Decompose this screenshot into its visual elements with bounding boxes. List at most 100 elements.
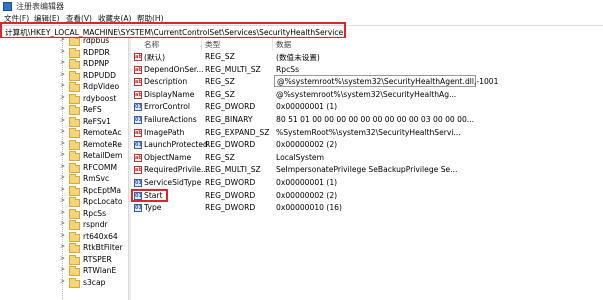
expand-arrow-icon[interactable]: > [60,163,65,170]
tree-item[interactable]: > ReFS [60,105,128,117]
tree-item[interactable]: > RpcSs [60,208,128,221]
folder-icon [69,266,80,276]
expand-arrow-icon[interactable]: > [60,128,65,135]
tree-item[interactable]: > rdpbus [60,38,128,48]
value-name[interactable]: Start [144,191,163,200]
binary-value-icon: 01 [134,103,142,112]
value-name[interactable]: ErrorControl [144,102,190,111]
expand-arrow-icon[interactable]: > [60,71,65,78]
expand-arrow-icon[interactable]: > [60,209,65,216]
tree-item[interactable]: > ReFSv1 [60,116,128,129]
column-header-type[interactable]: 类型 [205,39,220,50]
value-type: REG_MULTI_SZ [205,64,261,74]
tree-item[interactable]: > RTSPER [60,254,128,267]
value-row[interactable]: 01 LaunchProtected REG_DWORD 0x00000002 (2) [131,139,603,152]
column-header-name[interactable]: 名称 [144,39,159,50]
expand-arrow-icon[interactable]: > [60,255,65,262]
menu-file[interactable]: 文件(F) [4,13,29,24]
tree-item[interactable]: > RDPDR [60,47,128,60]
column-divider[interactable] [201,38,202,50]
value-data: 0x00000010 (16) [276,203,342,213]
value-data-field[interactable]: @%systemroot%\system32\SecurityHealthAge… [274,75,498,88]
value-name[interactable]: FailureActions [144,115,197,124]
value-row[interactable]: ab DisplayName REG_SZ @%systemroot%\system3… [131,89,603,102]
folder-icon [69,70,80,81]
tree-item[interactable]: > RDPUDD [60,70,128,83]
value-row[interactable]: ab Description REG_SZ @%systemroot%\system3… [131,75,603,89]
tree-item[interactable]: > RetailDem [60,151,128,163]
value-row[interactable]: ab (默认) REG_SZ (数值未设置) [131,51,603,64]
tree-item[interactable]: > RTWlanE [60,266,128,278]
string-value-icon: ab [134,78,142,87]
expand-arrow-icon[interactable]: > [60,38,65,43]
tree-item[interactable]: > RtkBtFilter [60,243,128,255]
tree-item-label: RDPUDD [83,70,116,80]
value-row[interactable]: 01 Type REG_DWORD 0x00000010 (16) [131,202,603,215]
expand-arrow-icon[interactable]: > [60,278,65,285]
menu-favorites[interactable]: 收藏夹(A) [98,13,131,24]
value-name[interactable]: DependOnSer... [144,65,204,74]
tree-item[interactable]: > RFCOMM [60,162,128,175]
tree-item[interactable]: > RDPNP [60,59,128,71]
expand-arrow-icon[interactable]: > [60,266,65,273]
tree-item[interactable]: > RmSvc [60,174,128,186]
tree-item[interactable]: > RemoteAc [60,128,128,140]
expand-arrow-icon[interactable]: > [60,105,65,112]
menu-view[interactable]: 查看(V) [66,13,92,24]
tree-item[interactable]: > RemoteRe [60,139,128,152]
string-value-icon: ab [134,65,142,74]
value-name[interactable]: LaunchProtected [144,140,208,149]
tree-item-label: RmSvc [83,174,110,183]
tree-item[interactable]: > rdyboost [60,93,128,106]
expand-arrow-icon[interactable]: > [60,59,65,66]
key-tree: > rdpbus > RDPDR > RDPNP > RDPUDD > RdpVideo > rdyb… [0,38,128,300]
column-divider[interactable] [272,38,273,50]
value-data: LocalSystem [276,152,324,162]
value-name[interactable]: Description [144,77,187,86]
column-header-data[interactable]: 数据 [276,39,291,50]
expand-arrow-icon[interactable]: > [60,140,65,147]
tree-item[interactable]: > RpcEptMa [60,185,128,198]
value-row[interactable]: 01 FailureActions REG_BINARY 80 51 01 00 00… [131,114,603,127]
folder-icon [69,139,80,150]
tree-item-label: rdpbus [83,38,110,45]
address-path[interactable]: 计算机\HKEY_LOCAL_MACHINE\SYSTEM\CurrentCon… [5,27,343,38]
value-data: 0x00000002 (2) [276,140,338,150]
expand-arrow-icon[interactable]: > [60,117,65,124]
expand-arrow-icon[interactable]: > [60,220,65,227]
expand-arrow-icon[interactable]: > [60,197,65,204]
value-name[interactable]: ObjectName [144,153,191,162]
folder-icon [69,151,80,161]
expand-arrow-icon[interactable]: > [60,186,65,193]
expand-arrow-icon[interactable]: > [60,82,65,89]
expand-arrow-icon[interactable]: > [60,151,65,158]
expand-arrow-icon[interactable]: > [60,94,65,101]
address-bar[interactable]: 计算机\HKEY_LOCAL_MACHINE\SYSTEM\CurrentCon… [0,25,603,39]
value-name[interactable]: ServiceSidType [144,178,201,187]
folder-icon [69,162,80,173]
expand-arrow-icon[interactable]: > [60,243,65,250]
value-row[interactable]: ab ObjectName REG_SZ LocalSystem [131,152,603,165]
tree-item[interactable]: > s3cap [60,277,128,290]
value-row[interactable]: ab RequiredPrivile... REG_MULTI_SZ SeImpers… [131,164,603,177]
expand-arrow-icon[interactable]: > [60,174,65,181]
tree-item[interactable]: > rt640x64 [60,231,128,244]
folder-icon [69,220,80,230]
value-row[interactable]: 01 ErrorControl REG_DWORD 0x00000001 (1) [131,101,603,114]
tree-item[interactable]: > rspndr [60,220,128,232]
value-name[interactable]: RequiredPrivile... [144,165,208,174]
tree-item-label: RemoteAc [83,128,122,137]
menu-edit[interactable]: 编辑(E) [34,13,60,24]
menu-help[interactable]: 帮助(H) [137,13,164,24]
value-name[interactable]: (默认) [144,52,165,63]
expand-arrow-icon[interactable]: > [60,48,65,55]
value-row[interactable]: 01 ServiceSidType REG_DWORD 0x00000001 (1) [131,177,603,190]
value-row[interactable]: 01 Start REG_DWORD 0x00000002 (2) [131,188,603,203]
tree-item[interactable]: > RpcLocato [60,197,128,209]
value-name[interactable]: DisplayName [144,90,194,99]
expand-arrow-icon[interactable]: > [60,232,65,239]
tree-item[interactable]: > RdpVideo [60,82,128,94]
value-row[interactable]: ab ImagePath REG_EXPAND_SZ %SystemRoot%\sys… [131,127,603,140]
value-name[interactable]: ImagePath [144,128,184,137]
value-name[interactable]: Type [144,203,161,212]
